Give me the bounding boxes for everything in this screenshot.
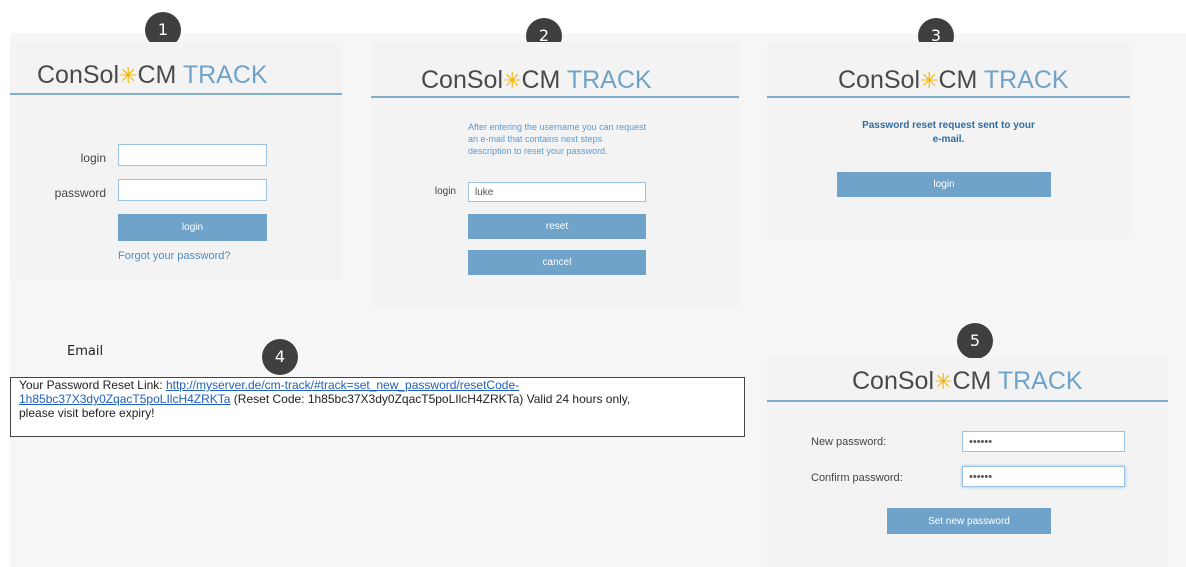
logo-cm-text: CM	[521, 66, 561, 94]
logo-cm-text: CM	[938, 66, 978, 94]
new-password-label: New password:	[811, 436, 887, 448]
step-badge-5: 5	[957, 323, 993, 359]
login-button[interactable]: login	[837, 172, 1051, 197]
email-intro: Your Password Reset Link:	[19, 378, 166, 392]
logo-track-text: TRACK	[983, 66, 1069, 94]
logo-consol-text: ConSol	[838, 66, 920, 94]
confirm-password-input[interactable]	[962, 466, 1125, 487]
logo-consol-text: ConSol	[37, 61, 119, 89]
email-label: Email	[67, 344, 104, 359]
login-label: login	[434, 186, 456, 197]
reset-instructions: After entering the username you can requ…	[468, 122, 647, 156]
forgot-password-link[interactable]: Forgot your password?	[118, 250, 231, 262]
logo-star-icon: ✳	[920, 68, 939, 93]
logo-star-icon: ✳	[934, 369, 953, 394]
header-divider	[767, 400, 1168, 402]
new-password-input[interactable]	[962, 431, 1125, 452]
login-input[interactable]	[118, 144, 267, 166]
reset-request-panel: ConSol✳CM TRACK After entering the usern…	[371, 42, 739, 308]
step-badge-4: 4	[262, 339, 298, 375]
password-input[interactable]	[118, 179, 267, 201]
logo-star-icon: ✳	[119, 63, 138, 88]
confirm-password-label: Confirm password:	[811, 472, 903, 484]
header-divider	[10, 93, 342, 95]
consol-logo: ConSol✳CM TRACK	[838, 66, 1069, 95]
reset-link-part-1[interactable]: http://myserver.de/cm-track/#track=set_n…	[166, 378, 519, 392]
login-panel: ConSol✳CM TRACK login password login For…	[10, 42, 342, 280]
cancel-button[interactable]: cancel	[468, 250, 646, 275]
login-label: login	[80, 151, 106, 165]
logo-track-text: TRACK	[182, 61, 268, 89]
password-label: password	[54, 186, 106, 200]
consol-logo: ConSol✳CM TRACK	[852, 367, 1083, 396]
login-button[interactable]: login	[118, 214, 267, 241]
reset-sent-panel: ConSol✳CM TRACK Password reset request s…	[767, 42, 1130, 239]
logo-track-text: TRACK	[566, 66, 652, 94]
logo-cm-text: CM	[952, 367, 992, 395]
reset-sent-line-1: Password reset request sent to your	[862, 120, 1035, 131]
logo-track-text: TRACK	[997, 367, 1083, 395]
reset-sent-line-2: e-mail.	[932, 134, 965, 145]
email-expiry-text: please visit before expiry!	[19, 406, 155, 420]
set-new-password-button[interactable]: Set new password	[887, 508, 1051, 534]
consol-logo: ConSol✳CM TRACK	[37, 61, 268, 90]
reset-button[interactable]: reset	[468, 214, 646, 239]
logo-consol-text: ConSol	[852, 367, 934, 395]
email-body: Your Password Reset Link: http://myserve…	[10, 377, 745, 437]
header-divider	[371, 96, 739, 98]
username-input[interactable]	[468, 182, 646, 202]
reset-sent-message: Password reset request sent to your e-ma…	[807, 119, 1090, 147]
header-divider	[767, 96, 1130, 98]
reset-link-part-2[interactable]: 1h85bc37X3dy0ZqacT5poLIlcH4ZRKTa	[19, 392, 230, 406]
logo-cm-text: CM	[137, 61, 177, 89]
logo-consol-text: ConSol	[421, 66, 503, 94]
logo-star-icon: ✳	[503, 68, 522, 93]
new-password-panel: ConSol✳CM TRACK New password: Confirm pa…	[767, 358, 1168, 567]
consol-logo: ConSol✳CM TRACK	[421, 66, 652, 95]
reset-code-text: (Reset Code: 1h85bc37X3dy0ZqacT5poLIlcH4…	[230, 392, 631, 406]
